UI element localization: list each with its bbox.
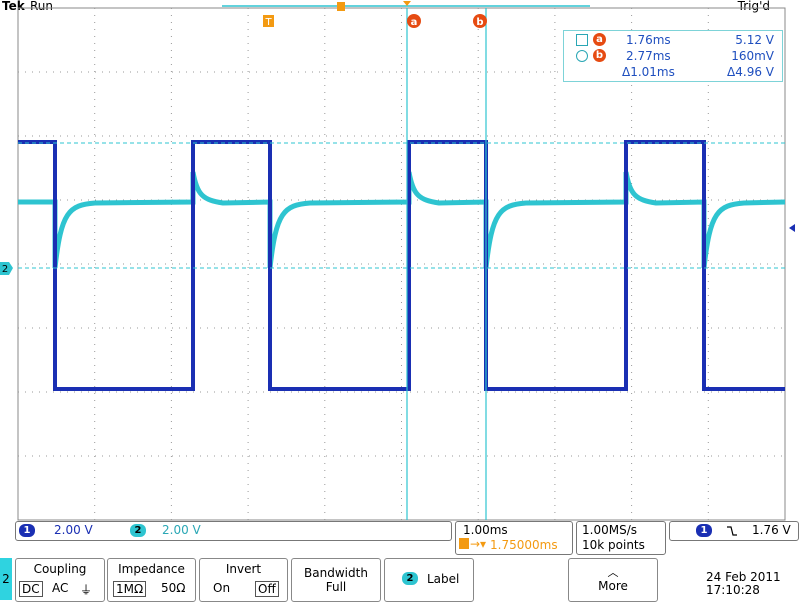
graticule — [17, 7, 786, 521]
more-button[interactable]: ︿ More — [568, 558, 658, 602]
menu-channel-indicator: 2 — [0, 558, 12, 600]
square-icon — [576, 34, 588, 46]
trigger-marker-label: T — [264, 17, 272, 28]
horizontal-position: 1.75000ms — [490, 538, 558, 552]
cursor-a-readout-badge: a — [593, 33, 606, 46]
coupling-dc-option[interactable]: DC — [19, 581, 43, 597]
cursor-b-value: 160mV — [731, 49, 774, 63]
coupling-title: Coupling — [33, 562, 87, 576]
trigger-readout[interactable]: 1 1.76 V — [669, 521, 799, 541]
bandwidth-button[interactable]: Bandwidth Full — [291, 558, 381, 602]
trigger-level-arrow-icon[interactable] — [789, 224, 795, 232]
channel-2-ground-label: 2 — [2, 264, 8, 275]
cursor-b-readout: b 2.77ms 160mV — [564, 49, 782, 65]
invert-title: Invert — [225, 562, 262, 576]
coupling-button[interactable]: Coupling DC AC ⏚ — [15, 558, 105, 602]
acquisition-readout[interactable]: 1.00MS/s 10k points — [576, 521, 666, 555]
cursor-a-label: a — [411, 17, 418, 28]
impedance-title: Impedance — [118, 562, 185, 576]
coupling-ac-option[interactable]: AC — [52, 581, 68, 595]
falling-edge-icon — [727, 526, 737, 536]
trigger-position-indicator — [337, 2, 345, 11]
cursor-b-readout-badge: b — [593, 49, 606, 62]
waveform-display: T a b 2 — [0, 1, 795, 521]
cursor-a-value: 5.12 V — [735, 33, 774, 47]
trigger-source-badge: 1 — [696, 524, 712, 537]
channel-1-scale: 2.00 V — [54, 523, 93, 537]
channel-2-scale: 2.00 V — [162, 523, 201, 537]
impedance-1m-option[interactable]: 1MΩ — [113, 581, 147, 597]
label-channel-badge: 2 — [402, 572, 418, 585]
sample-rate: 1.00MS/s — [582, 523, 637, 537]
cursor-b-time: 2.77ms — [626, 49, 671, 63]
date-time: 24 Feb 2011 17:10:28 — [706, 571, 781, 597]
chevron-up-icon: ︿ — [607, 566, 619, 579]
impedance-button[interactable]: Impedance 1MΩ 50Ω — [107, 558, 196, 602]
cursor-delta-time: Δ1.01ms — [622, 65, 675, 79]
cursor-delta-value: Δ4.96 V — [727, 65, 774, 79]
cursor-readout: a 1.76ms 5.12 V b 2.77ms 160mV Δ1.01ms Δ… — [563, 30, 783, 82]
label-text: Label — [427, 572, 460, 586]
bandwidth-title: Bandwidth — [304, 566, 368, 580]
channel-scale-bar: 1 2.00 V 2 2.00 V — [15, 521, 452, 541]
more-label: More — [598, 579, 628, 593]
channel-1-badge[interactable]: 1 — [19, 524, 35, 537]
circle-icon — [576, 50, 588, 62]
impedance-50-option[interactable]: 50Ω — [161, 581, 185, 595]
cursor-a-readout: a 1.76ms 5.12 V — [564, 33, 782, 49]
channel-2-badge[interactable]: 2 — [130, 524, 146, 537]
invert-off-option[interactable]: Off — [255, 581, 279, 597]
label-button[interactable]: 2 Label — [384, 558, 474, 602]
horizontal-readout[interactable]: 1.00ms →▾ 1.75000ms — [455, 521, 573, 555]
invert-button[interactable]: Invert On Off — [199, 558, 288, 602]
cursor-b-label: b — [476, 17, 483, 28]
trigger-offset-icon — [459, 538, 469, 549]
record-length: 10k points — [582, 538, 645, 552]
cursor-delta-readout: Δ1.01ms Δ4.96 V — [564, 65, 782, 81]
ground-icon[interactable]: ⏚ — [80, 581, 92, 598]
invert-on-option[interactable]: On — [213, 581, 230, 595]
horizontal-scale: 1.00ms — [463, 523, 508, 537]
trigger-level: 1.76 V — [752, 523, 791, 537]
bandwidth-value: Full — [325, 580, 347, 594]
cursor-a-time: 1.76ms — [626, 33, 671, 47]
time-display: 17:10:28 — [706, 583, 760, 597]
